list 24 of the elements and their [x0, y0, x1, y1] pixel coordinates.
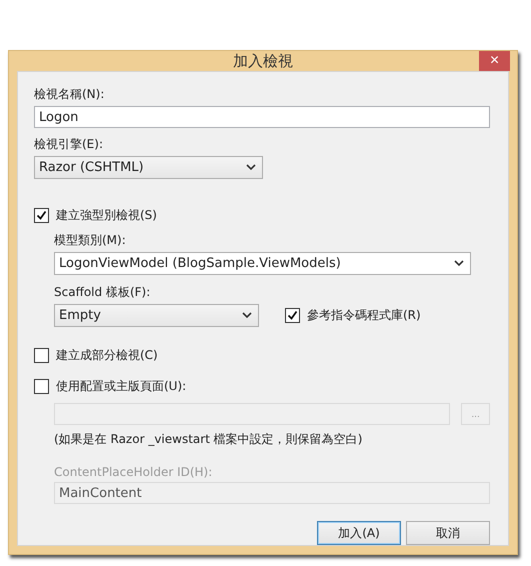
checkbox-label: 建立強型別檢視(S): [56, 207, 157, 224]
field-label: Scaffold 樣板(F):: [54, 284, 152, 301]
chevron-down-icon: [454, 260, 464, 267]
checkbox-label: 參考指令碼程式庫(R): [307, 307, 421, 324]
checkbox[interactable]: [34, 208, 49, 223]
chevron-down-icon: [246, 164, 256, 171]
add-button[interactable]: 加入(A): [317, 521, 401, 545]
window-title: 加入檢視: [233, 52, 293, 70]
chevron-down-icon: [242, 312, 252, 319]
field-label: ContentPlaceHolder ID(H):: [54, 465, 214, 479]
checkbox[interactable]: [34, 348, 49, 363]
model-class-dropdown[interactable]: LogonViewModel (BlogSample.ViewModels): [54, 252, 471, 275]
checkbox[interactable]: [285, 308, 300, 323]
checkbox-label: 使用配置或主版頁面(U):: [56, 378, 186, 395]
close-button[interactable]: ×: [479, 51, 510, 71]
field-label: 模型類別(M):: [54, 232, 127, 249]
scaffold-dropdown[interactable]: Empty: [54, 304, 259, 327]
field-label: 檢視引擎(E):: [34, 136, 104, 153]
checkbox-label: 建立成部分檢視(C): [56, 347, 158, 364]
view-name-field[interactable]: Logon: [34, 106, 490, 128]
view-engine-dropdown[interactable]: Razor (CSHTML): [34, 156, 263, 179]
cancel-button[interactable]: 取消: [406, 521, 490, 545]
hint-text: (如果是在 Razor _viewstart 檔案中設定，則保留為空白): [54, 431, 364, 448]
field-label: 檢視名稱(N):: [34, 86, 106, 103]
